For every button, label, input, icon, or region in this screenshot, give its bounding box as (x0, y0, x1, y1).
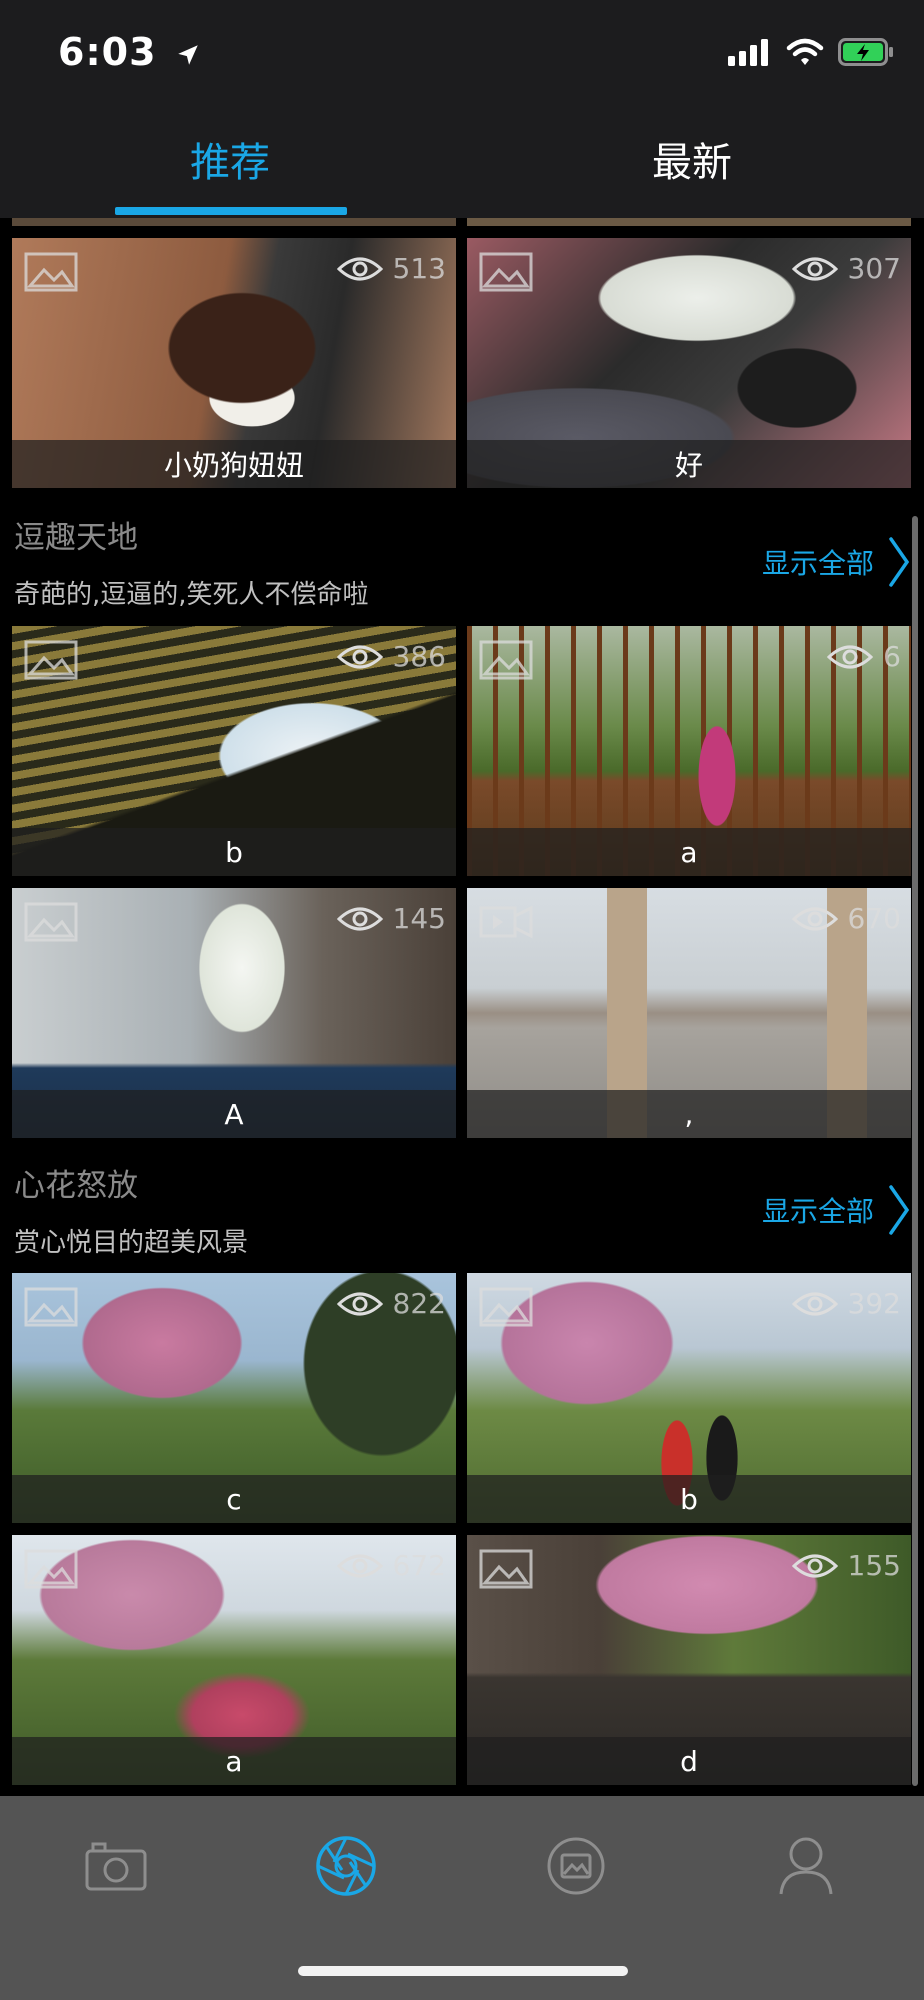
nav-profile[interactable] (766, 1826, 846, 1906)
view-count: 513 (336, 252, 446, 285)
home-indicator[interactable] (298, 1966, 628, 1976)
eye-icon (791, 1554, 838, 1577)
view-count: 145 (336, 902, 446, 935)
cut-off-tile (12, 218, 456, 226)
cellular-signal-icon (728, 39, 768, 66)
cut-off-tile (467, 218, 911, 226)
status-bar: 6:03 (0, 0, 924, 100)
tile-caption: b (12, 828, 456, 876)
eye-icon (791, 907, 838, 930)
view-count: 6 (827, 640, 901, 673)
show-all-label: 显示全部 (761, 1195, 874, 1228)
photo-type-icon (479, 1287, 533, 1327)
view-count: 155 (791, 1549, 901, 1582)
view-count: 392 (791, 1287, 901, 1320)
photo-type-icon (479, 252, 533, 292)
media-tile[interactable]: 670 , (467, 888, 911, 1138)
view-count-text: 145 (392, 902, 446, 935)
eye-icon (336, 257, 383, 280)
show-all-label: 显示全部 (761, 547, 874, 580)
wifi-icon (786, 38, 824, 65)
scrollbar[interactable] (912, 516, 918, 1786)
view-count: 670 (791, 902, 901, 935)
status-time-text: 6:03 (58, 30, 157, 74)
media-tile[interactable]: 307 好 (467, 238, 911, 488)
media-tile[interactable]: 386 b (12, 626, 456, 876)
section-title: 心花怒放 (14, 1168, 138, 1204)
tile-caption: 好 (467, 440, 911, 488)
media-tile[interactable]: 6 a (467, 626, 911, 876)
section-title: 逗趣天地 (14, 520, 138, 556)
nav-discover[interactable] (306, 1826, 386, 1906)
location-arrow-icon (178, 44, 198, 65)
view-count: 672 (336, 1549, 446, 1582)
photo-type-icon (24, 1549, 78, 1589)
tile-caption: d (467, 1737, 911, 1785)
view-count: 386 (336, 640, 446, 673)
view-count-text: 672 (392, 1549, 446, 1582)
tab-latest[interactable]: 最新 (572, 114, 812, 204)
view-count-text: 307 (847, 252, 901, 285)
tile-caption: 小奶狗妞妞 (12, 440, 456, 488)
view-count: 822 (336, 1287, 446, 1320)
nav-album[interactable] (536, 1826, 616, 1906)
eye-icon (791, 1292, 838, 1315)
tile-caption: A (12, 1090, 456, 1138)
view-count-text: 6 (883, 640, 901, 673)
media-tile[interactable]: 672 a (12, 1535, 456, 1785)
feed-content[interactable]: 513 小奶狗妞妞 307 好 逗趣天地 奇葩的,逗逼的,笑死人不偿命啦 显示全… (0, 218, 924, 1796)
chevron-right-icon (889, 1185, 910, 1235)
view-count: 307 (791, 252, 901, 285)
tile-caption: b (467, 1475, 911, 1523)
view-count-text: 392 (847, 1287, 901, 1320)
view-count-text: 822 (392, 1287, 446, 1320)
gallery-icon (547, 1837, 605, 1895)
battery-charging-icon (838, 38, 893, 66)
tile-caption: c (12, 1475, 456, 1523)
section-subtitle: 奇葩的,逗逼的,笑死人不偿命啦 (14, 580, 369, 610)
view-count-text: 386 (392, 640, 446, 673)
section-subtitle: 赏心悦目的超美风景 (14, 1228, 249, 1258)
photo-type-icon (24, 252, 78, 292)
top-tabs: 推荐 最新 (0, 100, 924, 218)
aperture-icon (316, 1836, 376, 1896)
active-tab-indicator (115, 207, 347, 215)
eye-icon (336, 1554, 383, 1577)
view-count-text: 155 (847, 1549, 901, 1582)
view-count-text: 513 (392, 252, 446, 285)
tile-caption: a (12, 1737, 456, 1785)
camera-icon (85, 1842, 147, 1891)
photo-type-icon (24, 640, 78, 680)
chevron-right-icon (889, 537, 910, 587)
media-tile[interactable]: 145 A (12, 888, 456, 1138)
eye-icon (336, 645, 383, 668)
media-tile[interactable]: 513 小奶狗妞妞 (12, 238, 456, 488)
person-icon (779, 1837, 833, 1895)
eye-icon (336, 907, 383, 930)
photo-type-icon (479, 1549, 533, 1589)
media-tile[interactable]: 392 b (467, 1273, 911, 1523)
tile-caption: , (467, 1090, 911, 1138)
video-type-icon (479, 905, 533, 939)
status-time: 6:03 (58, 30, 201, 74)
tile-caption: a (467, 828, 911, 876)
media-tile[interactable]: 822 c (12, 1273, 456, 1523)
media-tile[interactable]: 155 d (467, 1535, 911, 1785)
show-all-button[interactable]: 显示全部 (762, 536, 910, 588)
photo-type-icon (479, 640, 533, 680)
photo-type-icon (24, 1287, 78, 1327)
status-icons (728, 38, 894, 66)
view-count-text: 670 (847, 902, 901, 935)
eye-icon (336, 1292, 383, 1315)
show-all-button[interactable]: 显示全部 (762, 1184, 910, 1236)
eye-icon (827, 645, 874, 668)
eye-icon (791, 257, 838, 280)
nav-camera[interactable] (76, 1826, 156, 1906)
tab-recommended[interactable]: 推荐 (110, 114, 350, 204)
photo-type-icon (24, 902, 78, 942)
